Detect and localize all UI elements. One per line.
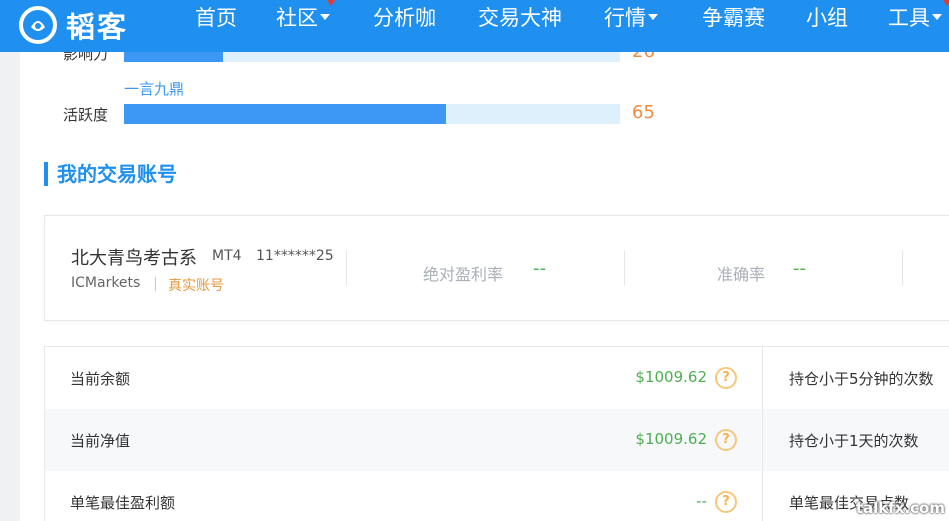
account-broker: ICMarkets xyxy=(71,275,141,291)
new-badge-icon xyxy=(327,0,335,6)
chevron-down-icon xyxy=(648,14,658,20)
account-number: 11******25 xyxy=(256,248,334,264)
absolute-return-value: -- xyxy=(533,258,546,279)
nav-item-label: 工具 xyxy=(888,6,930,30)
nav-item-contest[interactable]: 争霸赛 xyxy=(702,0,765,34)
divider xyxy=(155,277,156,291)
nav-item-label: 小组 xyxy=(806,6,848,30)
logo[interactable]: 韬客 xyxy=(18,4,128,46)
stat-label: 持仓小于1天的次数 xyxy=(789,432,919,450)
divider xyxy=(346,251,347,285)
stat-label: 当前余额 xyxy=(70,370,131,388)
nav-item-groups[interactable]: 小组 xyxy=(806,0,848,34)
logo-text: 韬客 xyxy=(66,10,129,44)
nav-item-label: 首页 xyxy=(195,6,237,30)
account-name[interactable]: 北大青鸟考古系 xyxy=(71,244,197,270)
help-icon[interactable]: ? xyxy=(715,367,737,389)
account-card[interactable]: 北大青鸟考古系 MT4 11******25 ICMarkets 真实账号 绝对… xyxy=(44,215,949,321)
accuracy-label: 准确率 xyxy=(717,265,766,284)
nav-item-top-traders[interactable]: 交易大神 xyxy=(478,0,562,34)
account-platform: MT4 xyxy=(212,248,242,264)
table-row: 单笔最佳盈利额 -- ? 单笔最佳交易点数 xyxy=(45,471,949,521)
new-badge-icon xyxy=(943,0,949,6)
watermark: talkfx.com xyxy=(855,499,945,517)
nav-item-home[interactable]: 首页 xyxy=(195,0,237,34)
accuracy-value: -- xyxy=(793,258,806,279)
logo-icon xyxy=(18,5,58,45)
help-icon[interactable]: ? xyxy=(715,429,737,451)
nav-item-market[interactable]: 行情 xyxy=(604,0,658,34)
help-icon[interactable]: ? xyxy=(715,491,737,513)
nav-item-label: 争霸赛 xyxy=(702,6,765,30)
stat-label: 当前净值 xyxy=(70,432,131,450)
stat-label: 持仓小于5分钟的次数 xyxy=(789,370,934,388)
nav-item-label: 交易大神 xyxy=(478,6,562,30)
level-title: 一言九鼎 xyxy=(124,80,185,98)
nav-item-tools[interactable]: 工具 xyxy=(888,0,942,34)
nav-item-label: 行情 xyxy=(604,6,646,30)
page: 韬客 首页 社区 分析咖 交易大神 行情 争霸赛 小组 工具 影响力 一言九鼎 … xyxy=(0,0,949,521)
section-title: 我的交易账号 xyxy=(44,162,177,186)
chevron-down-icon xyxy=(932,14,942,20)
activity-bar xyxy=(124,104,620,124)
divider xyxy=(762,347,763,521)
stat-value: $1009.62 xyxy=(635,368,707,386)
stats-table: 当前余额 $1009.62 ? 持仓小于5分钟的次数 当前净值 $1009.62… xyxy=(44,346,949,521)
table-row: 当前余额 $1009.62 ? 持仓小于5分钟的次数 xyxy=(45,347,949,409)
top-nav: 韬客 首页 社区 分析咖 交易大神 行情 争霸赛 小组 工具 xyxy=(0,0,949,52)
account-type-badge: 真实账号 xyxy=(168,278,224,294)
divider xyxy=(902,251,903,285)
table-row: 当前净值 $1009.62 ? 持仓小于1天的次数 xyxy=(45,409,949,471)
activity-value: 65 xyxy=(632,102,655,123)
nav-item-community[interactable]: 社区 xyxy=(276,0,330,34)
stat-value: -- xyxy=(696,492,707,510)
activity-bar-fill xyxy=(124,104,447,124)
chevron-down-icon xyxy=(320,14,330,20)
stat-label: 单笔最佳盈利额 xyxy=(70,494,176,512)
nav-item-label: 分析咖 xyxy=(373,6,436,30)
left-gutter xyxy=(0,0,20,521)
nav-item-label: 社区 xyxy=(276,6,318,30)
activity-label: 活跃度 xyxy=(63,106,109,124)
absolute-return-label: 绝对盈利率 xyxy=(423,265,504,284)
divider xyxy=(624,251,625,285)
nav-item-analysts[interactable]: 分析咖 xyxy=(373,0,436,34)
stat-value: $1009.62 xyxy=(635,430,707,448)
